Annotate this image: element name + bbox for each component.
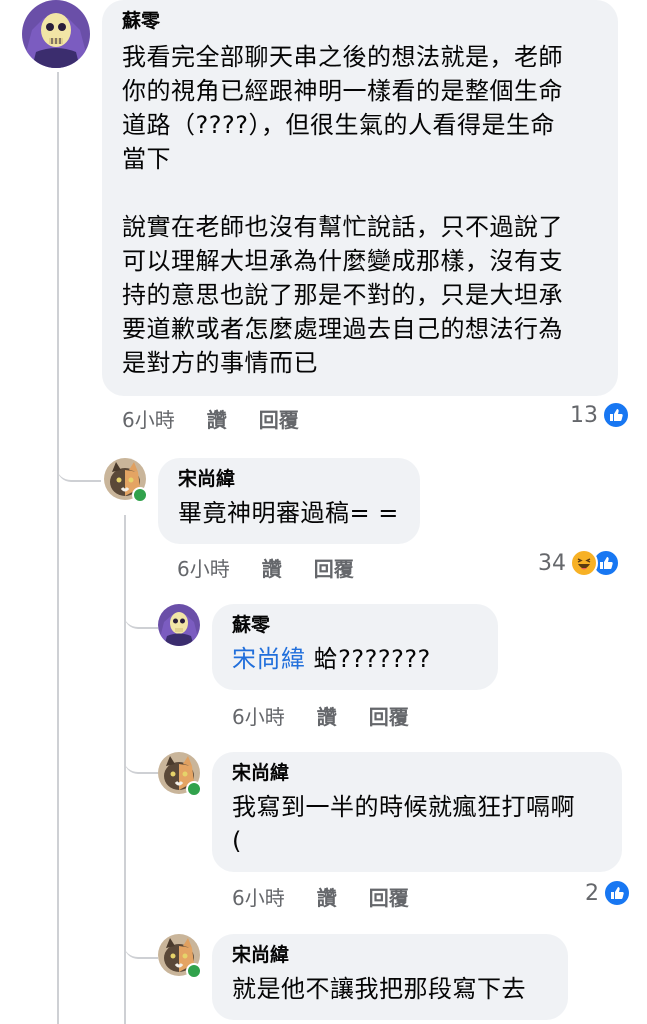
reply-button[interactable]: 回覆 (369, 882, 409, 911)
comment-text: 我寫到一半的時候就瘋狂打嗝啊 ( (232, 793, 575, 855)
comment-bubble[interactable]: 蘇零 宋尚緯 蛤??????? (212, 604, 498, 690)
like-icon (602, 401, 630, 429)
thread-connector (124, 595, 158, 629)
reaction-summary[interactable]: 2 (585, 879, 631, 907)
comment-text: 我看完全部聊天串之後的想法就是，老師 你的視角已經跟神明一樣看的是整個生命 道路… (122, 43, 563, 377)
comment-text: 宋尚緯 蛤??????? (232, 642, 478, 676)
like-button[interactable]: 讚 (207, 404, 227, 433)
thread-connector (124, 925, 158, 959)
comment-time[interactable]: 6小時 (122, 404, 175, 433)
comment-author[interactable]: 宋尚緯 (178, 466, 400, 492)
comment-meta: 6小時 讚 回覆 (177, 553, 354, 582)
comment-author[interactable]: 宋尚緯 (232, 942, 548, 968)
comment-bubble[interactable]: 宋尚緯 畢竟神明審過稿= = (158, 458, 420, 544)
haha-icon (570, 549, 598, 577)
comment-time[interactable]: 6小時 (177, 553, 230, 582)
comment-author[interactable]: 蘇零 (122, 8, 598, 34)
reply-button[interactable]: 回覆 (314, 553, 354, 582)
comment-meta: 6小時 讚 回覆 (232, 701, 409, 730)
comment-bubble[interactable]: 宋尚緯 我寫到一半的時候就瘋狂打嗝啊 ( (212, 752, 622, 872)
comment-time[interactable]: 6小時 (232, 701, 285, 730)
reaction-summary[interactable]: 13 (570, 401, 630, 429)
comment-meta: 6小時 讚 回覆 (122, 404, 299, 433)
online-status-badge (132, 487, 148, 503)
comment-text-rest: 蛤??????? (305, 645, 431, 673)
comment-text: 就是他不讓我把那段寫下去 (232, 975, 526, 1003)
avatar[interactable] (158, 604, 200, 646)
avatar[interactable] (22, 0, 90, 68)
skeleton-avatar-icon (158, 604, 200, 646)
comment-bubble[interactable]: 蘇零 我看完全部聊天串之後的想法就是，老師 你的視角已經跟神明一樣看的是整個生命… (102, 0, 618, 396)
reaction-count: 13 (570, 402, 598, 428)
comment-author[interactable]: 宋尚緯 (232, 760, 602, 786)
comment-bubble[interactable]: 宋尚緯 就是他不讓我把那段寫下去 (212, 934, 568, 1020)
like-button[interactable]: 讚 (262, 553, 282, 582)
online-status-badge (186, 781, 202, 797)
reaction-count: 34 (538, 550, 566, 576)
reaction-count: 2 (585, 880, 599, 906)
reply-button[interactable]: 回覆 (259, 404, 299, 433)
comment-time[interactable]: 6小時 (232, 882, 285, 911)
reaction-summary[interactable]: 34 (538, 549, 620, 577)
thread-connector (57, 440, 101, 482)
comment-text: 畢竟神明審過稿= = (178, 499, 399, 527)
comment-meta: 6小時 讚 回覆 (232, 882, 409, 911)
skeleton-avatar-icon (22, 0, 90, 68)
comment-author[interactable]: 蘇零 (232, 612, 478, 638)
thread-line (57, 72, 59, 1024)
online-status-badge (186, 963, 202, 979)
reply-button[interactable]: 回覆 (369, 701, 409, 730)
like-button[interactable]: 讚 (317, 701, 337, 730)
mention-link[interactable]: 宋尚緯 (232, 645, 306, 673)
like-button[interactable]: 讚 (317, 882, 337, 911)
thread-connector (124, 740, 158, 774)
like-icon (603, 879, 631, 907)
